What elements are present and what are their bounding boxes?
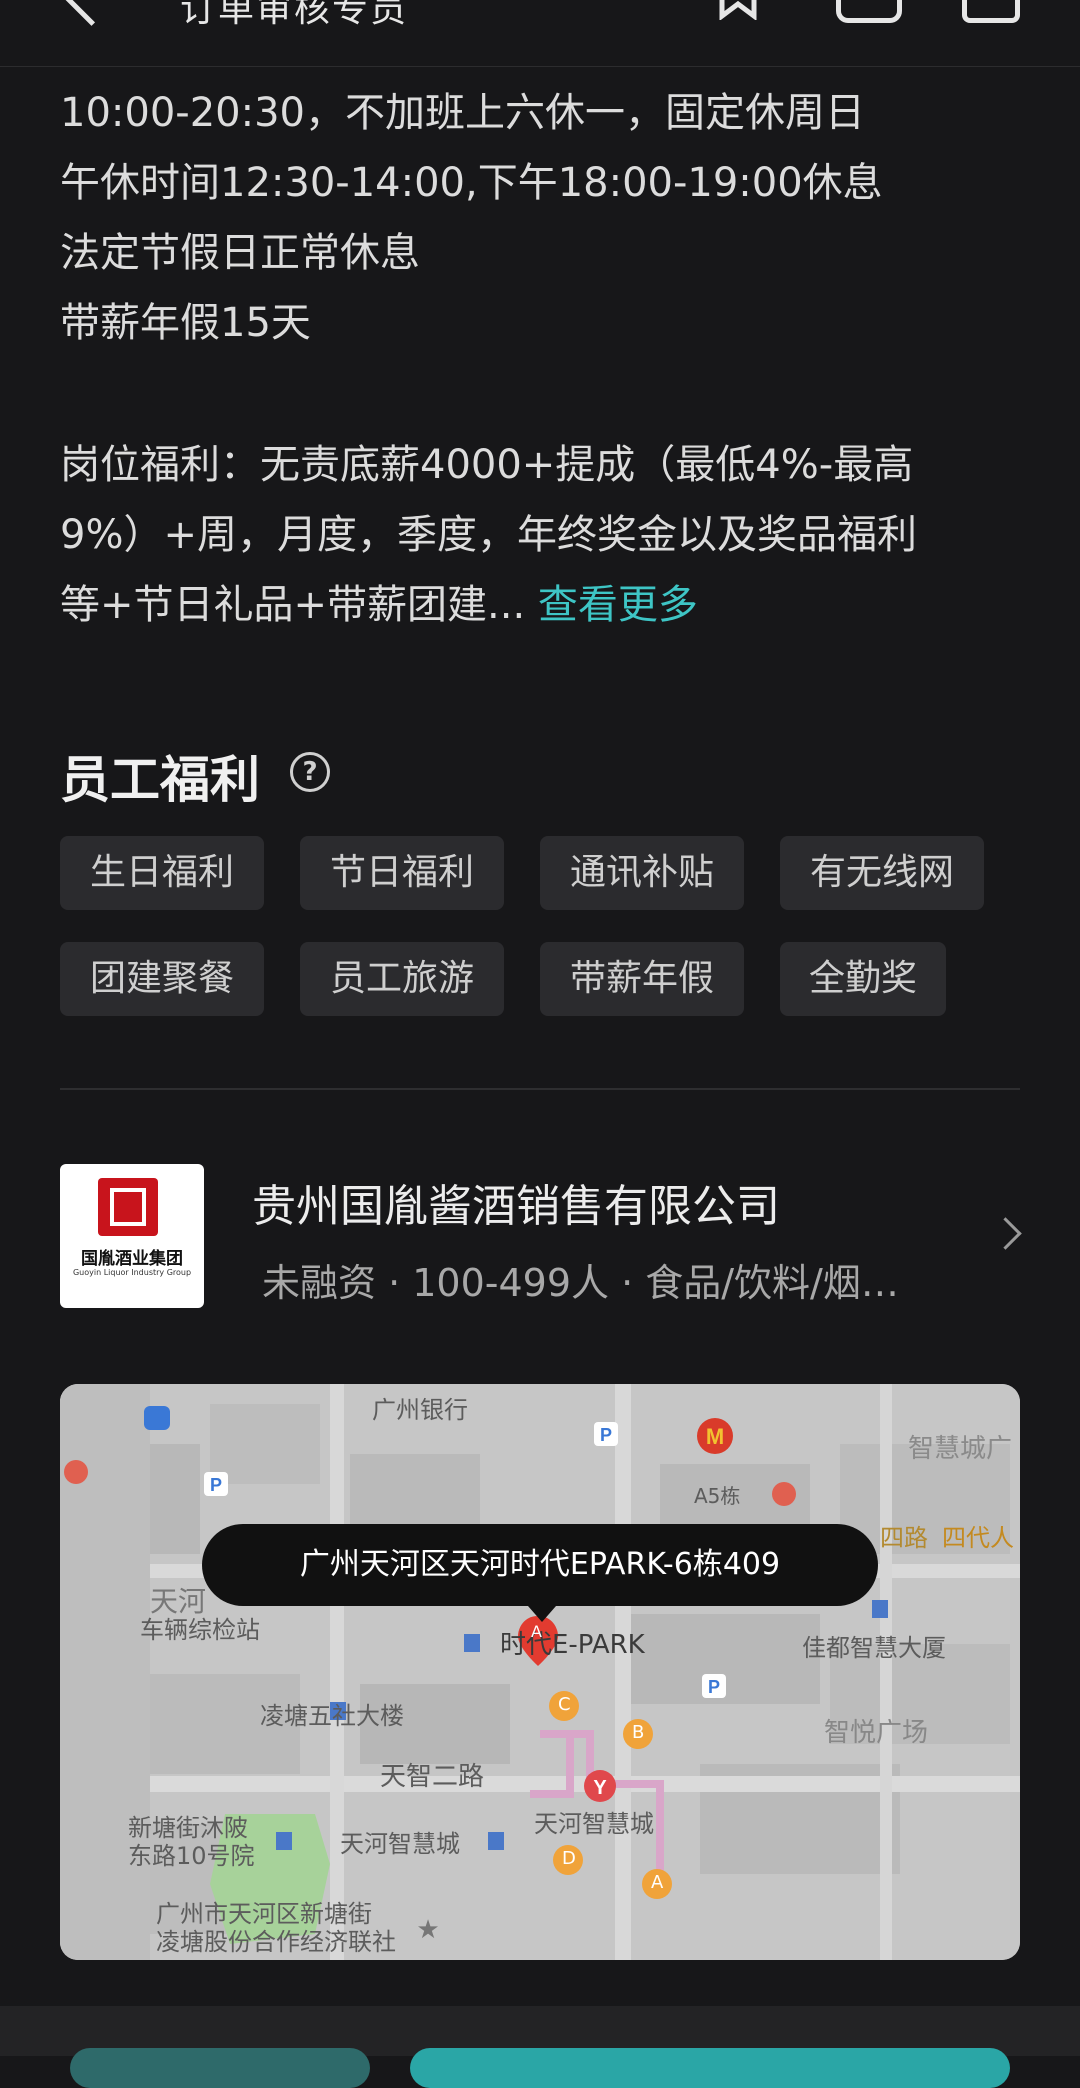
exit-label: A [651, 1872, 664, 1893]
map-label: 凌塘五社大楼 [260, 1702, 404, 1730]
benefit-tag: 带薪年假 [540, 942, 744, 1016]
svg-text:★: ★ [416, 1915, 439, 1945]
benefit-tag: 生日福利 [60, 836, 264, 910]
desc-gap [60, 358, 1020, 430]
map-label: 广州银行 [372, 1396, 468, 1424]
address-bubble[interactable]: 广州天河区天河时代EPARK-6栋409 [202, 1524, 878, 1622]
desc-line: 法定节假日正常休息 [60, 230, 420, 276]
company-meta: 未融资 · 100-499人 · 食品/饮料/烟… [262, 1261, 899, 1305]
svg-text:P: P [708, 1677, 720, 1697]
map-label: A5栋 [694, 1484, 741, 1508]
section-divider [60, 1088, 1020, 1090]
benefit-tag: 员工旅游 [300, 942, 504, 1016]
company-logo[interactable]: 国胤酒业集团 Guoyin Liquor Industry Group [60, 1164, 204, 1308]
map-label: 时代E-PARK [500, 1630, 645, 1660]
exit-label: D [562, 1848, 576, 1869]
svg-text:M: M [706, 1424, 724, 1449]
svg-text:Y: Y [593, 1777, 607, 1799]
logo-seal-icon [98, 1178, 158, 1236]
desc-line: 岗位福利：无责底薪4000+提成（最低4%-最高 [60, 442, 914, 488]
svg-text:P: P [210, 1475, 222, 1495]
benefit-tag: 全勤奖 [780, 942, 946, 1016]
company-name[interactable]: 贵州国胤酱酒销售有限公司 [252, 1170, 780, 1234]
benefit-tag: 通讯补贴 [540, 836, 744, 910]
desc-line: 午休时间12:30-14:00,下午18:00-19:00休息 [60, 160, 883, 206]
desc-line: 带薪年假15天 [60, 300, 311, 346]
bookmark-icon[interactable] [718, 0, 758, 20]
map-label: 东路10号院 [128, 1842, 255, 1870]
back-arrow-icon[interactable] [61, 0, 122, 26]
map-label: 智慧城广 [908, 1434, 1013, 1464]
secondary-action-button[interactable] [70, 2048, 370, 2088]
desc-line-last: 等+节日礼品+带薪团建... 查看更多 [60, 570, 1020, 640]
exit-label: C [558, 1694, 571, 1715]
page-title: 订单审核专员 [180, 0, 409, 30]
map-background: Y M P P P ★ [60, 1384, 1020, 1960]
desc-truncated-text: 等+节日礼品+带薪团建... [60, 582, 526, 628]
exit-label: B [632, 1722, 645, 1743]
desc-line: 9%）+周，月度，季度，年终奖金以及奖品福利 [60, 512, 917, 558]
chevron-right-icon[interactable] [989, 1217, 1022, 1250]
desc-line: 10:00-20:30，不加班上六休一，固定休周日 [60, 90, 865, 136]
map-label: 佳都智慧大厦 [802, 1634, 946, 1662]
benefits-title: 员工福利 [60, 751, 260, 809]
more-icon[interactable] [962, 0, 1020, 23]
map-pin-label: A [531, 1622, 542, 1641]
benefit-tag: 团建聚餐 [60, 942, 264, 1016]
map-label: 四代人 [942, 1524, 1014, 1552]
job-description: 10:00-20:30，不加班上六休一，固定休周日 午休时间12:30-14:0… [60, 78, 1020, 640]
share-icon[interactable] [836, 0, 902, 23]
map-label: 四路 [880, 1524, 928, 1552]
benefit-tag: 节日福利 [300, 836, 504, 910]
map-label: 天河智慧城 [534, 1810, 654, 1838]
map-label: 天智二路 [380, 1762, 485, 1792]
primary-action-button[interactable] [410, 2048, 1010, 2088]
svg-text:P: P [600, 1425, 612, 1445]
location-map[interactable]: Y M P P P ★ 广州银行 智慧城广 A5栋 四路 四代人 天河 车辆综检… [60, 1384, 1020, 1960]
logo-subtext: Guoyin Liquor Industry Group [72, 1268, 192, 1277]
benefit-tag: 有无线网 [780, 836, 984, 910]
logo-text: 国胤酒业集团 [81, 1249, 183, 1269]
map-label: 车辆综检站 [140, 1616, 260, 1644]
help-icon[interactable]: ? [290, 752, 330, 792]
show-more-link[interactable]: 查看更多 [538, 582, 698, 628]
map-label: 天河智慧城 [340, 1830, 460, 1858]
top-bar: 订单审核专员 [0, 0, 1080, 67]
map-label: 凌塘股份合作经济联社 [156, 1928, 396, 1956]
map-label: 智悦广场 [824, 1718, 929, 1748]
